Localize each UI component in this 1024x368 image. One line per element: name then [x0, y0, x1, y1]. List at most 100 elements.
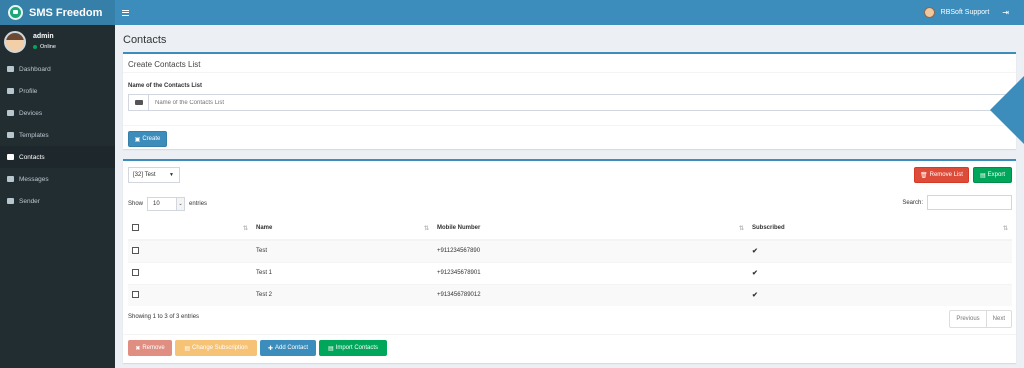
sign-out-icon[interactable]: ⇥ — [1002, 8, 1009, 17]
sidebar-item-label: Dashboard — [19, 65, 51, 73]
row-checkbox[interactable] — [132, 246, 139, 254]
row-checkbox[interactable] — [132, 290, 139, 298]
change-subscription-button[interactable]: ▤ Change Subscription — [175, 340, 257, 356]
select-all-header: ⇅ — [128, 217, 252, 241]
avatar — [4, 30, 26, 53]
plus-icon: ✚ — [267, 345, 273, 352]
table-row: Test +911234567890 ✔ — [128, 239, 1012, 262]
menu-toggle-icon[interactable] — [122, 9, 129, 16]
trash-icon: 🗑 — [920, 172, 928, 179]
dashboard-icon — [7, 66, 14, 72]
envelope-icon — [7, 176, 14, 182]
sidebar-item-sender[interactable]: Sender — [0, 190, 115, 212]
search: Search: — [902, 195, 1012, 210]
show-entries: Show 10 ⌄ entries — [128, 197, 207, 211]
sidebar-item-templates[interactable]: Templates — [0, 124, 115, 146]
remove-button[interactable]: ✖ Remove — [128, 340, 172, 356]
address-card-icon — [7, 154, 14, 160]
sort-icon: ⇅ — [1002, 226, 1008, 232]
user-icon — [7, 88, 14, 94]
sidebar-item-label: Templates — [19, 131, 49, 139]
showing-info: Showing 1 to 3 of 3 entries — [128, 314, 200, 320]
import-contacts-button[interactable]: ▤ Import Contacts — [319, 340, 387, 356]
contact-name: Test 2 — [252, 283, 433, 306]
remove-label: Remove — [142, 345, 165, 351]
table-header-row: ⇅ Name ⇅ Mobile Number ⇅ Subscribed ⇅ — [128, 217, 1012, 241]
entries-label: entries — [189, 201, 208, 207]
contacts-list-select[interactable]: [32] Test ▼ — [128, 167, 180, 183]
remove-list-label: Remove List — [929, 172, 963, 178]
row-checkbox[interactable] — [132, 268, 139, 276]
mobile-header-label: Mobile Number — [437, 225, 481, 231]
add-contact-button[interactable]: ✚ Add Contact — [260, 340, 316, 356]
contact-name: Test — [252, 239, 433, 262]
export-label: Export — [987, 172, 1005, 178]
contact-name: Test 1 — [252, 261, 433, 284]
entries-select[interactable]: 10 ⌄ — [147, 197, 186, 211]
create-list-box: Create Contacts List Name of the Contact… — [123, 52, 1016, 149]
list-name-label: Name of the Contacts List — [128, 83, 203, 89]
remove-list-button[interactable]: 🗑 Remove List — [914, 167, 969, 183]
online-status: Online — [33, 44, 56, 50]
online-dot-icon — [33, 45, 37, 49]
import-contacts-label: Import Contacts — [335, 345, 379, 351]
chevron-down-icon: ⌄ — [176, 198, 185, 210]
add-contact-label: Add Contact — [275, 345, 309, 351]
sidebar-item-label: Profile — [19, 87, 38, 95]
next-button[interactable]: Next — [987, 311, 1011, 327]
change-subscription-label: Change Subscription — [191, 345, 248, 351]
list-name-input[interactable] — [149, 95, 1009, 110]
sidebar-item-label: Sender — [19, 197, 40, 205]
file-excel-icon: ▤ — [979, 172, 986, 179]
file-icon: ▤ — [184, 345, 190, 352]
sort-icon[interactable]: ⇅ — [243, 225, 248, 232]
search-input[interactable] — [927, 195, 1012, 210]
sidebar-item-dashboard[interactable]: Dashboard — [0, 58, 115, 80]
brand-logo[interactable]: SMS Freedom — [0, 0, 115, 25]
contacts-list-box: [32] Test ▼ 🗑 Remove List ▤ Export Show 10… — [123, 159, 1016, 363]
sidebar-item-label: Devices — [19, 109, 43, 117]
table-row: Test 1 +912345678901 ✔ — [128, 261, 1012, 284]
name-header-label: Name — [256, 225, 273, 231]
sidebar-item-label: Messages — [19, 175, 49, 183]
user-panel: admin Online — [0, 25, 115, 58]
sidebar-item-devices[interactable]: Devices — [0, 102, 115, 124]
file-excel-icon: ▤ — [327, 345, 334, 352]
sidebar-item-label: Contacts — [19, 153, 45, 161]
check-icon: ✔ — [748, 261, 1012, 284]
search-label: Search: — [902, 199, 923, 206]
id-card-icon — [129, 95, 149, 110]
caret-down-icon: ▼ — [169, 172, 174, 178]
chat-logo-icon — [8, 5, 23, 20]
previous-button[interactable]: Previous — [950, 311, 987, 327]
contact-mobile: +912345678901 — [433, 261, 748, 284]
name-header[interactable]: Name ⇅ — [252, 217, 433, 241]
show-label: Show — [128, 201, 144, 207]
export-button[interactable]: ▤ Export — [973, 167, 1012, 183]
select-all-checkbox[interactable] — [132, 223, 139, 231]
contact-mobile: +911234567890 — [433, 239, 748, 262]
create-button[interactable]: ▣ Create — [128, 131, 167, 147]
sidebar-item-contacts[interactable]: Contacts — [0, 146, 115, 168]
mobile-header[interactable]: Mobile Number ⇅ — [433, 217, 748, 241]
save-icon: ▣ — [134, 136, 141, 143]
subscribed-header[interactable]: Subscribed ⇅ — [748, 217, 1012, 241]
file-icon — [7, 132, 14, 138]
selected-list-value: [32] Test — [133, 172, 156, 178]
entries-value: 10 — [153, 201, 160, 207]
user-avatar-small — [923, 7, 935, 18]
sidebar-username: admin — [33, 33, 54, 40]
sort-icon: ⇅ — [738, 226, 744, 232]
list-name-input-group — [128, 94, 1010, 111]
user-menu[interactable]: RBSoft Support ⇥ — [923, 7, 1009, 18]
sidebar: admin Online Dashboard Profile Devices T… — [0, 25, 115, 368]
corner-ribbon — [990, 76, 1024, 144]
content-area: Contacts Create Contacts List Name of th… — [115, 25, 1024, 368]
online-status-label: Online — [40, 44, 56, 50]
sidebar-item-messages[interactable]: Messages — [0, 168, 115, 190]
page-title: Contacts — [123, 34, 167, 46]
top-navbar: RBSoft Support ⇥ — [115, 0, 1024, 25]
check-icon: ✔ — [748, 239, 1012, 262]
sidebar-item-profile[interactable]: Profile — [0, 80, 115, 102]
contacts-table: ⇅ Name ⇅ Mobile Number ⇅ Subscribed ⇅ Test … — [128, 217, 1012, 306]
